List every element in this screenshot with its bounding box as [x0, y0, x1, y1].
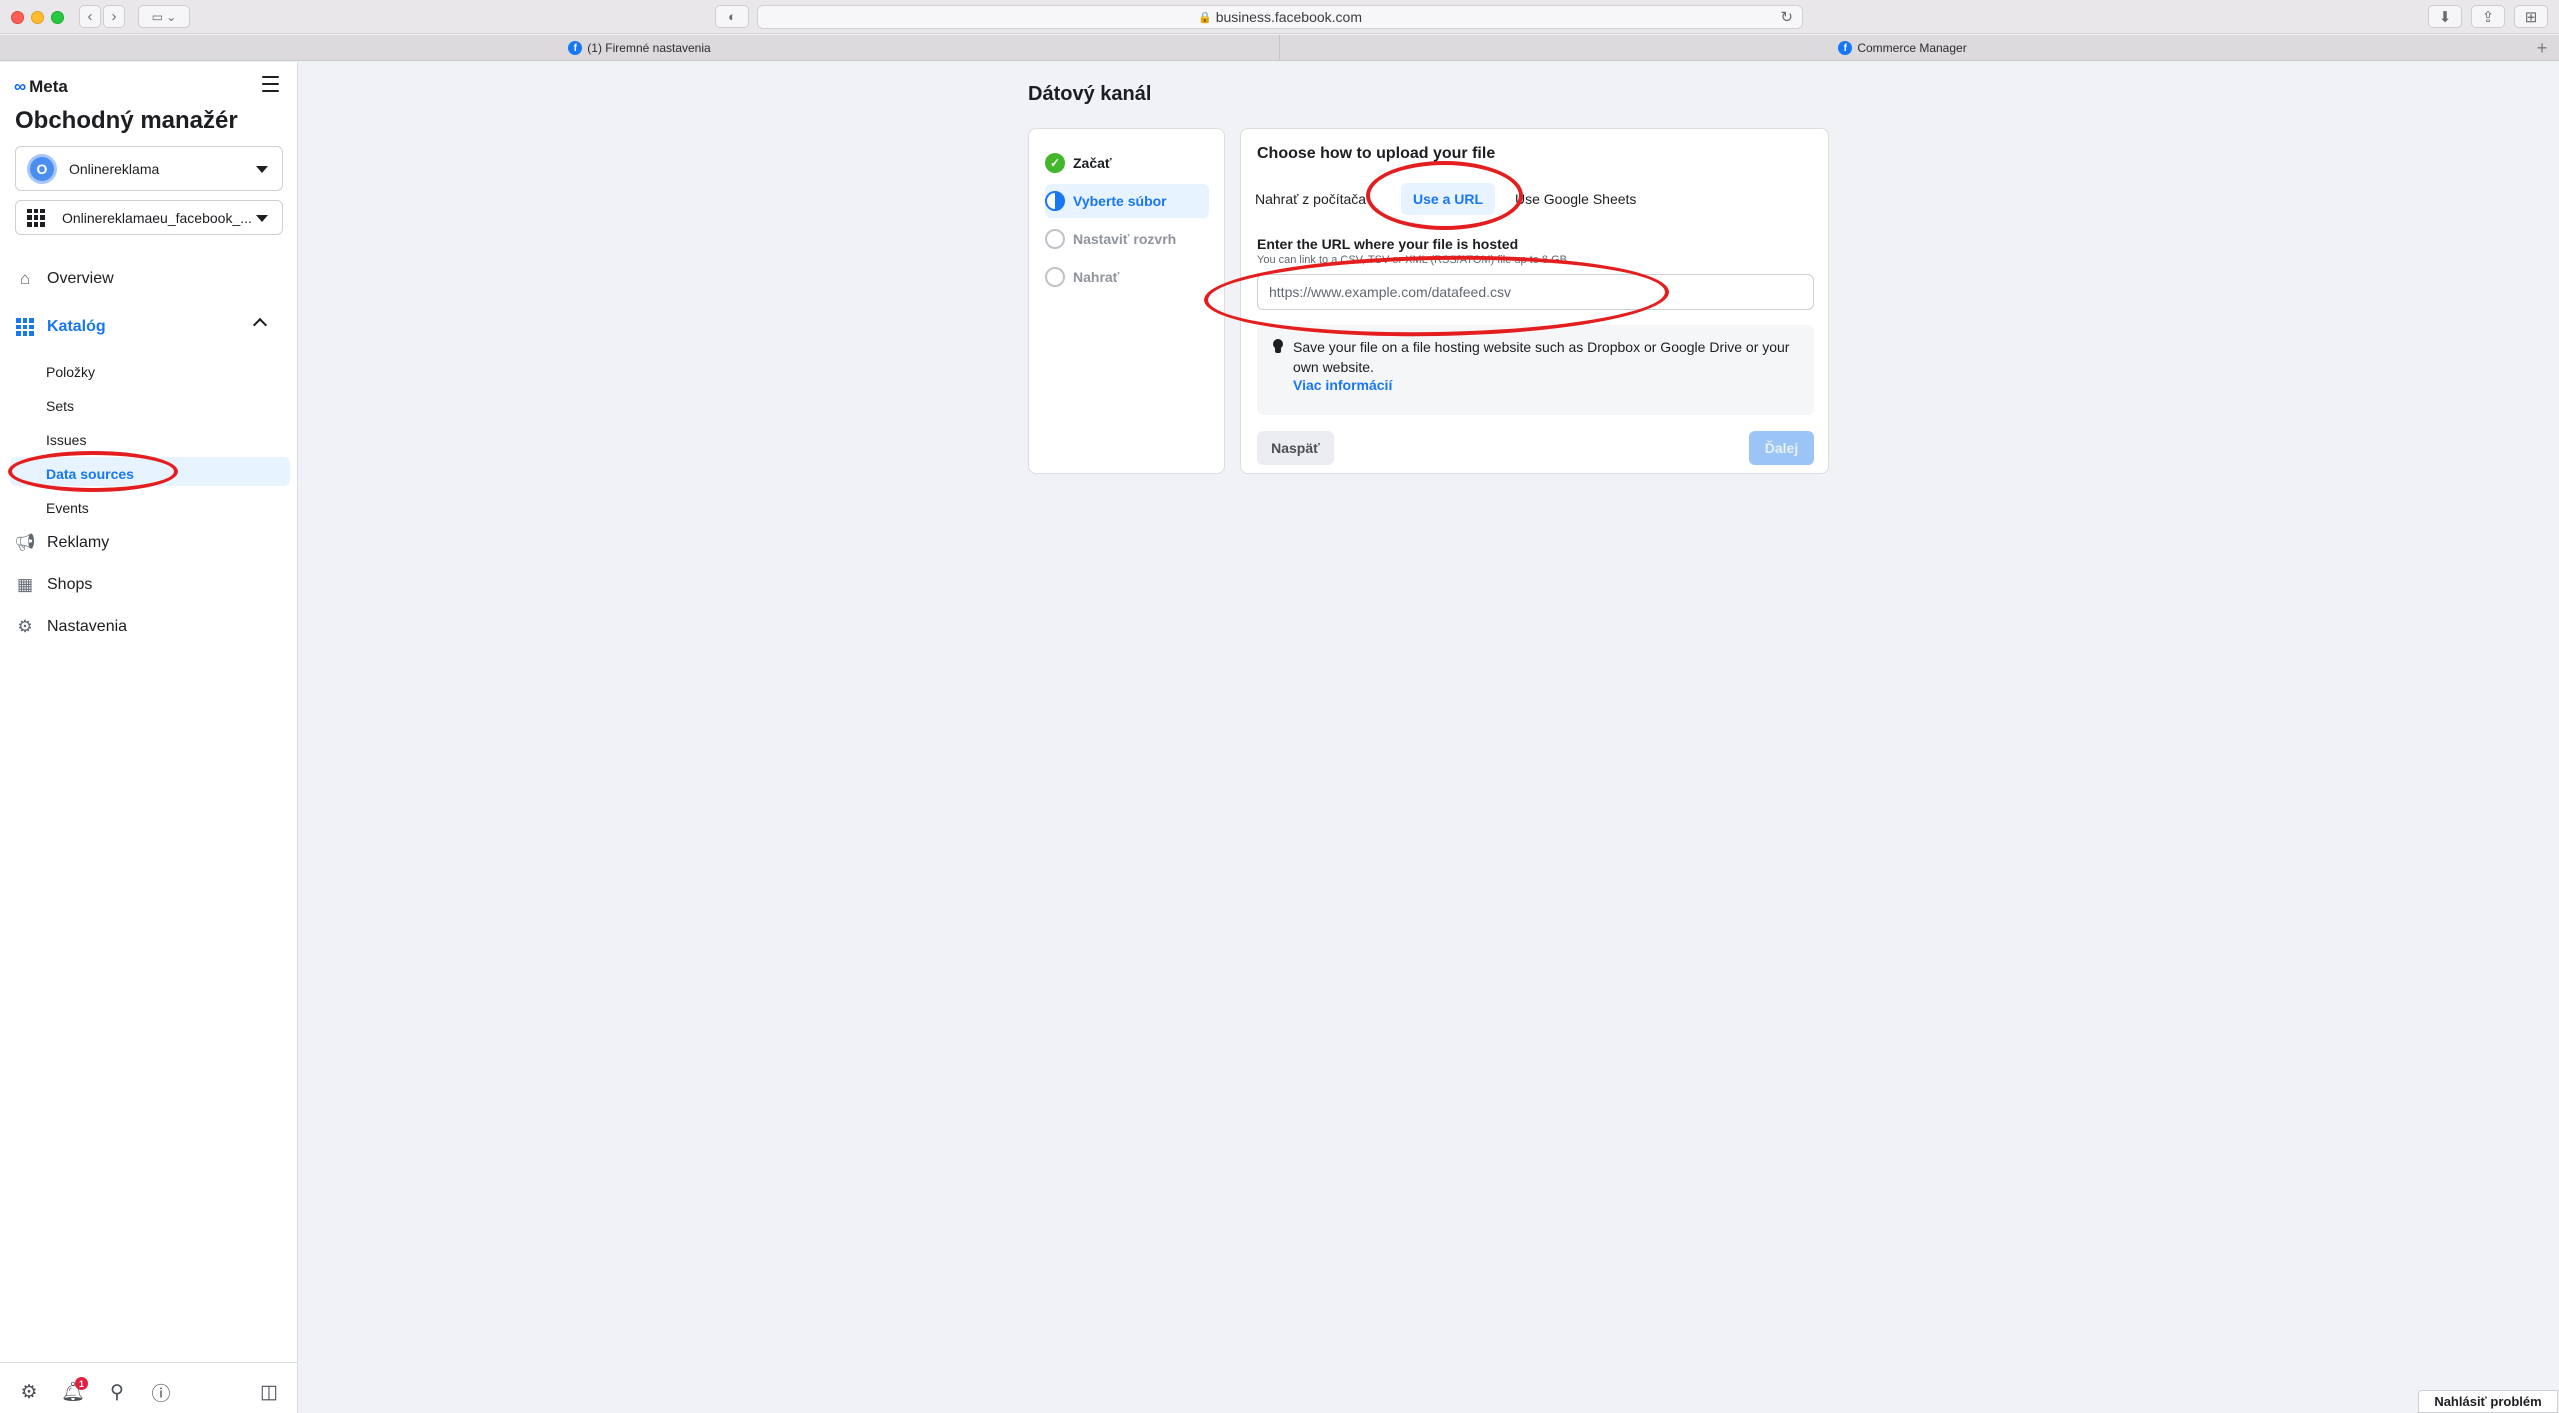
- catalog-grid-icon: [27, 208, 45, 227]
- reload-icon[interactable]: ↻: [1780, 8, 1793, 26]
- url-field-label: Enter the URL where your file is hosted: [1257, 236, 1519, 252]
- home-icon: ⌂: [19, 269, 31, 288]
- empty-circle-icon: [1045, 229, 1065, 249]
- catalog-item-polozky[interactable]: Položky: [46, 364, 95, 380]
- megaphone-icon: 📢︎: [14, 533, 36, 552]
- step-nastavit-rozvrh: Nastaviť rozvrh: [1045, 229, 1176, 249]
- meta-logo: ∞ Meta: [14, 77, 68, 97]
- shop-icon: ▦: [16, 575, 34, 594]
- close-window-button[interactable]: [11, 11, 24, 24]
- nav-shops[interactable]: ▦ Shops: [15, 575, 92, 595]
- next-button[interactable]: Ďalej: [1749, 431, 1814, 465]
- report-problem-button[interactable]: Nahlásiť problém: [2418, 1390, 2558, 1413]
- meta-logo-text: Meta: [29, 77, 68, 96]
- lightbulb-icon: [1271, 339, 1285, 355]
- url-field-help: You can link to a CSV, TSV or XML (RSS/A…: [1257, 254, 1571, 266]
- page-title: Dátový kanál: [1028, 83, 1152, 105]
- url-input[interactable]: [1257, 274, 1814, 310]
- back-button[interactable]: ‹: [79, 5, 101, 28]
- minimize-window-button[interactable]: [31, 11, 44, 24]
- steps-card: ✓ Začať Vyberte súbor Nastaviť rozvrh Na…: [1028, 128, 1225, 474]
- business-selector[interactable]: O Onlinereklama: [15, 146, 283, 191]
- tab-label: (1) Firemné nastavenia: [587, 41, 711, 55]
- privacy-shield-icon[interactable]: ◐: [715, 5, 749, 28]
- settings-gear-icon[interactable]: ⚙: [18, 1381, 40, 1403]
- browser-tab-commerce-manager[interactable]: f Commerce Manager: [1280, 35, 2525, 61]
- browser-tab-business-settings[interactable]: f (1) Firemné nastavenia: [0, 35, 1280, 61]
- catalog-selector[interactable]: Onlinereklamaeu_facebook_...: [15, 200, 283, 235]
- nav-label: Nastavenia: [47, 618, 128, 635]
- step-label: Nahrať: [1073, 269, 1120, 285]
- step-label: Nastaviť rozvrh: [1073, 231, 1177, 247]
- catalog-item-events[interactable]: Events: [46, 500, 89, 516]
- nav-label: Katalóg: [47, 318, 106, 335]
- meta-infinity-icon: ∞: [14, 77, 27, 96]
- app-title: Obchodný manažér: [15, 107, 238, 134]
- share-icon[interactable]: ⇪: [2471, 5, 2505, 28]
- upload-card-title: Choose how to upload your file: [1257, 145, 1496, 162]
- check-icon: ✓: [1045, 153, 1065, 173]
- catalog-item-sets[interactable]: Sets: [46, 398, 74, 414]
- nav-catalog[interactable]: Katalóg: [15, 317, 106, 337]
- notification-badge: 1: [75, 1377, 88, 1390]
- nav-nastavenia[interactable]: ⚙ Nastavenia: [15, 617, 127, 637]
- catalog-item-data-sources[interactable]: Data sources: [46, 466, 134, 482]
- tab-overview-icon[interactable]: ⊞: [2514, 5, 2548, 28]
- new-tab-button[interactable]: +: [2525, 35, 2559, 61]
- gear-icon: ⚙: [17, 617, 33, 636]
- forward-button[interactable]: ›: [103, 5, 125, 28]
- panel-toggle-icon[interactable]: ◫: [258, 1381, 280, 1403]
- address-bar-url: business.facebook.com: [1215, 9, 1362, 25]
- nav-overview[interactable]: ⌂ Overview: [15, 269, 114, 289]
- window-titlebar: ‹ › ▭ ⌄ ◐ 🔒 business.facebook.com ↻ ⬇ ⇪ …: [0, 0, 2559, 34]
- upload-method-card: Choose how to upload your file Nahrať z …: [1240, 128, 1829, 474]
- back-button[interactable]: Naspäť: [1257, 431, 1334, 465]
- sidebar-toggle-button[interactable]: ▭ ⌄: [138, 5, 190, 28]
- option-upload-from-computer[interactable]: Nahrať z počítača: [1243, 183, 1378, 215]
- step-nahrat: Nahrať: [1045, 267, 1119, 287]
- step-vyberte-subor[interactable]: Vyberte súbor: [1045, 191, 1167, 211]
- learn-more-link[interactable]: Viac informácií: [1293, 377, 1392, 393]
- downloads-icon[interactable]: ⬇: [2428, 5, 2462, 28]
- notifications-bell-icon[interactable]: 🔔︎ 1: [61, 1377, 88, 1403]
- search-icon[interactable]: ⚲: [106, 1381, 128, 1403]
- nav-label: Shops: [47, 576, 93, 593]
- tab-label: Commerce Manager: [1857, 41, 1967, 55]
- hamburger-menu-icon[interactable]: [262, 76, 279, 93]
- option-use-url[interactable]: Use a URL: [1401, 183, 1496, 215]
- catalog-selector-value: Onlinereklamaeu_facebook_...: [62, 209, 252, 226]
- caret-down-icon: [256, 214, 268, 222]
- step-label: Začať: [1073, 155, 1112, 171]
- step-label: Vyberte súbor: [1073, 193, 1167, 209]
- chevron-up-icon[interactable]: [252, 317, 268, 333]
- nav-label: Overview: [47, 270, 114, 287]
- nav-label: Reklamy: [47, 534, 110, 551]
- hosting-tip-box: Save your file on a file hosting website…: [1257, 325, 1814, 415]
- empty-circle-icon: [1045, 267, 1065, 287]
- half-circle-icon: [1045, 191, 1065, 211]
- sidebar-footer: ⚙ 🔔︎ 1 ⚲ ⓘ ◫: [0, 1362, 298, 1413]
- option-use-google-sheets[interactable]: Use Google Sheets: [1503, 183, 1648, 215]
- caret-down-icon: [256, 165, 268, 173]
- tip-text: Save your file on a file hosting website…: [1293, 339, 1790, 375]
- business-selector-value: Onlinereklama: [69, 160, 160, 177]
- step-zacat[interactable]: ✓ Začať: [1045, 153, 1112, 173]
- sidebar: ∞ Meta Obchodný manažér O Onlinereklama …: [0, 62, 298, 1413]
- lock-icon: 🔒: [1197, 11, 1212, 24]
- nav-reklamy[interactable]: 📢︎ Reklamy: [14, 533, 110, 553]
- help-icon[interactable]: ⓘ: [150, 1381, 172, 1405]
- catalog-grid-icon: [15, 317, 35, 337]
- catalog-item-issues[interactable]: Issues: [46, 432, 86, 448]
- facebook-favicon-icon: f: [568, 41, 583, 55]
- browser-tab-bar: f (1) Firemné nastavenia f Commerce Mana…: [0, 35, 2559, 61]
- facebook-favicon-icon: f: [1838, 41, 1853, 55]
- business-avatar: O: [27, 153, 57, 184]
- address-bar[interactable]: 🔒 business.facebook.com ↻: [757, 5, 1803, 29]
- zoom-window-button[interactable]: [51, 11, 64, 24]
